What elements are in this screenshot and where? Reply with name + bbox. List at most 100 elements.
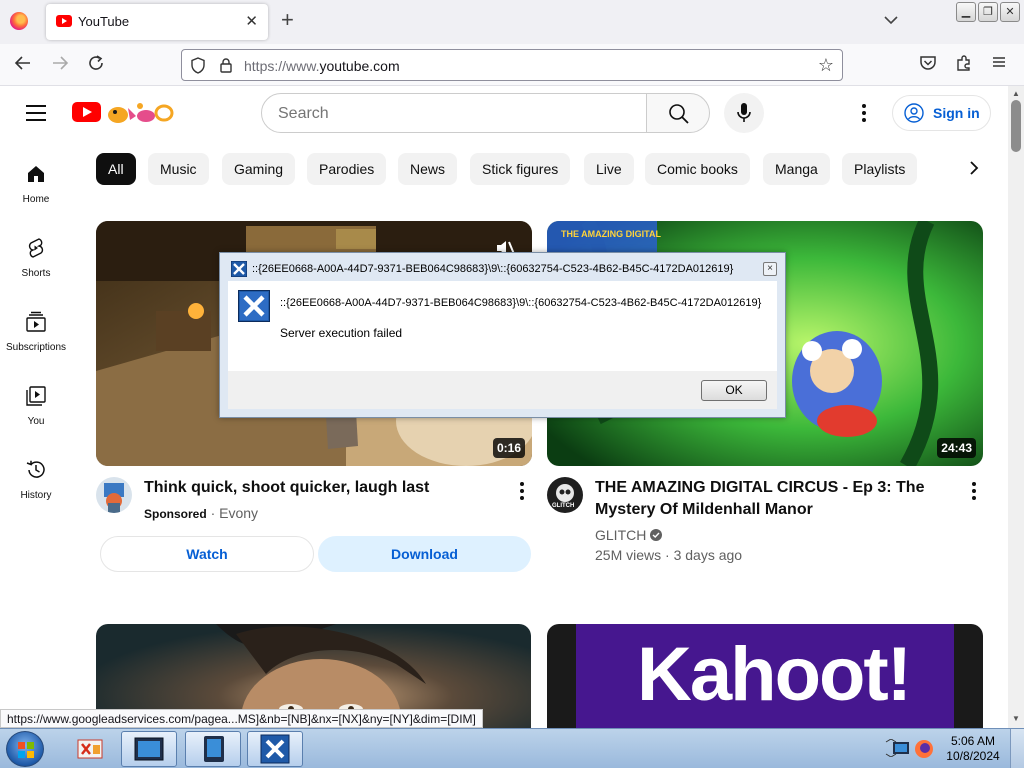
browser-toolbar: https://www.youtube.com ☆ [0,44,1024,86]
ad-meta: Sponsored · Evony [144,505,259,521]
lock-icon[interactable] [218,57,234,74]
clock-time: 5:06 AM [950,734,996,748]
firefox-icon[interactable] [10,12,28,30]
tab-youtube[interactable]: YouTube ✕ [46,4,268,40]
close-window-button[interactable]: ✕ [1000,2,1020,22]
scroll-up-arrow-icon[interactable]: ▲ [1012,89,1020,98]
taskbar-clock[interactable]: 5:06 AM 10/8/2024 [944,734,1002,764]
home-icon [28,166,44,182]
chip-news[interactable]: News [398,153,458,185]
sidebar-item-shorts[interactable]: Shorts [0,237,72,279]
channel-name[interactable]: GLITCH [595,527,663,543]
verified-check-icon [650,529,663,541]
taskbar-app-error-reporting[interactable] [70,731,110,767]
scrollbar-thumb[interactable] [1011,100,1021,152]
reload-button[interactable] [87,54,105,76]
ad-video-title[interactable]: Think quick, shoot quicker, laugh last [144,477,429,499]
dialog-message: Server execution failed [280,326,403,340]
error-app-icon [77,739,103,759]
youtube-doodle-logo[interactable] [104,100,174,126]
url-text[interactable]: https://www.youtube.com [244,58,400,74]
video-stats: 25M views · 3 days ago [595,547,743,563]
voice-search-button[interactable] [724,93,764,133]
youtube-favicon-icon [56,15,72,27]
sidebar-item-history[interactable]: History [0,459,72,501]
chip-stick-figures[interactable]: Stick figures [470,153,571,185]
network-monitor-icon[interactable] [892,741,912,759]
tablet-app-icon [204,736,224,762]
restore-button[interactable]: ❐ [978,2,998,22]
scroll-down-arrow-icon[interactable]: ▼ [1012,714,1020,723]
chip-live[interactable]: Live [584,153,634,185]
chip-parodies[interactable]: Parodies [307,153,387,185]
chip-gaming[interactable]: Gaming [222,153,296,185]
search-icon [669,104,689,124]
account-icon [904,103,924,123]
start-button[interactable] [6,731,44,767]
tab-title: YouTube [78,14,130,29]
dialog-titlebar[interactable]: ::{26EE0668-A00A-44D7-9371-BEB064C98683}… [220,253,785,281]
dialog-close-button[interactable]: × [763,262,777,276]
advertiser-avatar[interactable] [96,477,132,513]
sidebar-item-subscriptions[interactable]: Subscriptions [0,311,72,353]
dialog-title: ::{26EE0668-A00A-44D7-9371-BEB064C98683}… [252,263,734,275]
settings-menu-icon[interactable] [862,104,866,125]
error-x-icon [231,261,247,277]
advertiser-name[interactable]: Evony [219,505,258,521]
search-button[interactable] [646,93,710,133]
address-bar[interactable]: https://www.youtube.com ☆ [181,49,843,81]
kahoot-video-thumbnail[interactable]: Kahoot! [547,624,983,728]
clock-date: 10/8/2024 [946,749,1000,763]
chip-music[interactable]: Music [148,153,209,185]
chips-next-arrow-icon[interactable] [969,160,979,181]
search-placeholder: Search [278,105,329,122]
browser-tab-strip: YouTube ✕ + ▁ ❐ ✕ [0,0,1024,44]
minimize-button[interactable]: ▁ [956,2,976,22]
sign-in-button[interactable]: Sign in [892,95,991,131]
show-desktop-button[interactable] [1010,729,1024,768]
dialog-footer: OK [228,371,777,409]
chip-manga[interactable]: Manga [763,153,830,185]
kahoot-logo-text: Kahoot! [637,632,912,717]
tracking-protection-shield-icon[interactable] [190,57,206,74]
watch-button[interactable]: Watch [100,536,314,572]
extensions-icon[interactable] [955,54,973,77]
link-status-tooltip: https://www.googleadservices.com/pagea..… [0,709,483,728]
pocket-icon[interactable] [919,54,937,77]
windows-flag-icon [18,742,34,758]
ok-button[interactable]: OK [701,380,767,401]
error-dialog: ::{26EE0668-A00A-44D7-9371-BEB064C98683}… [219,252,786,418]
circus-more-options-icon[interactable] [972,482,976,503]
new-tab-button[interactable]: + [281,9,294,31]
page-scrollbar[interactable]: ▲ ▼ [1008,86,1024,728]
screen: YouTube ✕ + ▁ ❐ ✕ https://www.youtube.co… [0,0,1024,768]
taskbar-app-window-1[interactable] [121,731,177,767]
back-button[interactable] [14,54,32,76]
circus-video-title[interactable]: THE AMAZING DIGITAL CIRCUS - Ep 3: The M… [595,477,924,521]
microphone-icon [737,103,751,122]
glitch-channel-avatar[interactable]: GLITCH [547,477,583,513]
sidebar-item-home[interactable]: Home [0,163,72,205]
guide-menu-icon[interactable] [26,105,46,121]
close-tab-icon[interactable]: ✕ [245,12,258,30]
download-button[interactable]: Download [318,536,531,572]
taskbar-app-window-2[interactable] [185,731,241,767]
chip-comic-books[interactable]: Comic books [645,153,750,185]
list-all-tabs-button[interactable] [884,12,898,28]
video-duration: 0:16 [492,438,525,458]
ad-more-options-icon[interactable] [520,482,524,503]
youtube-logo[interactable] [72,102,101,122]
chip-all[interactable]: All [96,153,136,185]
window-controls: ▁ ❐ ✕ [956,2,1020,22]
bookmark-star-icon[interactable]: ☆ [818,55,834,76]
chip-playlists[interactable]: Playlists [842,153,918,185]
history-icon [26,460,45,478]
forward-button[interactable] [51,54,69,76]
firefox-tray-icon[interactable] [914,739,934,759]
app-menu-icon[interactable] [991,54,1007,75]
search-input[interactable]: Search [261,93,647,133]
taskbar-app-error-dialog[interactable] [247,731,303,767]
dialog-path-text: ::{26EE0668-A00A-44D7-9371-BEB064C98683}… [280,297,762,309]
video-duration: 24:43 [937,438,976,458]
sidebar-item-you[interactable]: You [0,385,72,427]
